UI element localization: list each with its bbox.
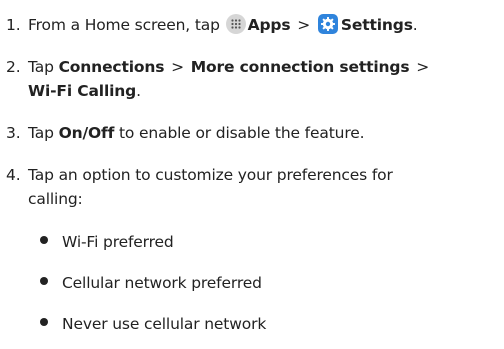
step-number: 1. bbox=[6, 16, 21, 34]
settings-gear-icon bbox=[317, 14, 338, 34]
bullet-icon bbox=[40, 318, 48, 326]
step-2-line-2: Wi-Fi Calling. bbox=[6, 79, 431, 103]
step-number: 2. bbox=[6, 58, 21, 76]
separator: > bbox=[171, 58, 184, 76]
option-label: Wi-Fi preferred bbox=[62, 233, 174, 251]
step-text: Tap bbox=[28, 58, 54, 76]
list-item: Cellular network preferred bbox=[40, 271, 262, 295]
bullet-icon bbox=[40, 277, 48, 285]
apps-grid-icon bbox=[225, 14, 246, 34]
apps-label: Apps bbox=[247, 16, 291, 34]
bullet-icon bbox=[40, 236, 48, 244]
step-number: 4. bbox=[6, 166, 21, 184]
separator: > bbox=[416, 58, 430, 76]
instruction-document: 1. From a Home screen, tap Apps > Settin… bbox=[0, 0, 504, 349]
on-off-label: On/Off bbox=[58, 124, 115, 142]
connections-label: Connections bbox=[58, 58, 165, 76]
step-3: 3. Tap On/Off to enable or disable the fe… bbox=[6, 121, 365, 145]
step-1: 1. From a Home screen, tap Apps > Settin… bbox=[6, 13, 418, 37]
separator: > bbox=[297, 16, 311, 34]
step-2: 2. Tap Connections > More connection sett… bbox=[6, 55, 431, 103]
option-label: Never use cellular network bbox=[62, 315, 267, 333]
step-end: . bbox=[136, 82, 141, 100]
step-end: . bbox=[412, 16, 418, 34]
step-number: 3. bbox=[6, 124, 21, 142]
step-text-line-2: calling: bbox=[28, 190, 83, 208]
step-4: 4. Tap an option to customize your prefer… bbox=[6, 163, 393, 211]
step-text: Tap an option to customize your preferen… bbox=[28, 166, 393, 184]
option-label: Cellular network preferred bbox=[62, 274, 262, 292]
step-text: From a Home screen, tap bbox=[28, 16, 220, 34]
settings-label: Settings bbox=[340, 16, 413, 34]
list-item: Never use cellular network bbox=[40, 312, 266, 336]
wifi-calling-label: Wi-Fi Calling bbox=[28, 82, 137, 100]
more-connection-settings-label: More connection settings bbox=[190, 58, 410, 76]
step-text: Tap bbox=[28, 124, 54, 142]
list-item: Wi-Fi preferred bbox=[40, 230, 174, 254]
step-text: to enable or disable the feature. bbox=[119, 124, 365, 142]
